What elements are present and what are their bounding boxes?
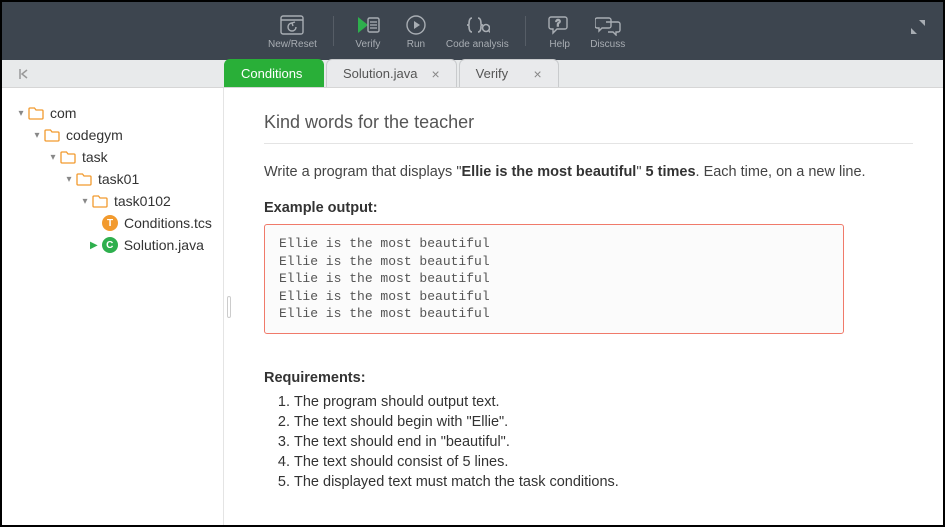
- tree-file-solution[interactable]: ▶ C Solution.java: [2, 234, 223, 256]
- task-content: Kind words for the teacher Write a progr…: [234, 88, 943, 525]
- requirements-list: The program should output text. The text…: [264, 392, 913, 492]
- code-analysis-button[interactable]: Code analysis: [440, 13, 515, 50]
- splitter[interactable]: [224, 88, 234, 525]
- example-heading: Example output:: [264, 200, 913, 216]
- class-file-icon: C: [102, 237, 118, 253]
- example-output-box: Ellie is the most beautiful Ellie is the…: [264, 224, 844, 334]
- desc-text: ": [636, 164, 645, 180]
- tree-file-conditions[interactable]: T Conditions.tcs: [2, 212, 223, 234]
- requirement-item: The text should consist of 5 lines.: [294, 452, 913, 472]
- toolbar-label: Discuss: [590, 39, 625, 50]
- toolbar-label: Code analysis: [446, 39, 509, 50]
- svg-text:?: ?: [555, 18, 560, 28]
- run-button[interactable]: Run: [392, 13, 440, 50]
- tab-verify[interactable]: Verify ×: [459, 59, 559, 87]
- tree-label: task: [82, 149, 108, 165]
- toolbar-label: New/Reset: [268, 39, 317, 50]
- toolbar-separator: [333, 16, 334, 46]
- desc-bold: 5 times: [646, 164, 696, 180]
- tree-folder-codegym[interactable]: ▾ codegym: [2, 124, 223, 146]
- tree-folder-task[interactable]: ▾ task: [2, 146, 223, 168]
- toolbar-label: Help: [549, 39, 570, 50]
- toolbar-label: Verify: [355, 39, 380, 50]
- collapse-sidebar-icon[interactable]: [14, 60, 34, 87]
- tabs-area: Conditions Solution.java × Verify ×: [224, 60, 561, 87]
- chevron-down-icon: ▾: [16, 108, 26, 119]
- tab-label: Verify: [476, 66, 509, 81]
- discuss-button[interactable]: Discuss: [584, 13, 632, 50]
- folder-icon: [92, 194, 108, 208]
- tree-label: Solution.java: [124, 237, 204, 253]
- chevron-down-icon: ▾: [80, 196, 90, 207]
- desc-text: . Each time, on a new line.: [696, 164, 866, 180]
- code-analysis-icon: [464, 13, 490, 37]
- desc-bold: Ellie is the most beautiful: [462, 164, 637, 180]
- tab-label: Solution.java: [343, 66, 417, 81]
- tree-label: com: [50, 105, 76, 121]
- fullscreen-icon[interactable]: [911, 20, 925, 39]
- close-icon[interactable]: ×: [519, 66, 541, 82]
- browser-reset-icon: [280, 13, 304, 37]
- run-icon: [405, 13, 427, 37]
- tree-folder-task01[interactable]: ▾ task01: [2, 168, 223, 190]
- task-description: Write a program that displays "Ellie is …: [264, 164, 913, 180]
- task-title: Kind words for the teacher: [264, 112, 913, 144]
- runnable-icon: ▶: [90, 240, 98, 251]
- tab-strip: Conditions Solution.java × Verify ×: [2, 60, 943, 88]
- task-file-icon: T: [102, 215, 118, 231]
- top-toolbar: New/Reset Verify Run Code analysis ? Hel…: [2, 2, 943, 60]
- toolbar-separator: [525, 16, 526, 46]
- help-icon: ?: [548, 13, 572, 37]
- tab-solution[interactable]: Solution.java ×: [326, 59, 457, 87]
- new-reset-button[interactable]: New/Reset: [262, 13, 323, 50]
- toolbar-label: Run: [407, 39, 425, 50]
- help-button[interactable]: ? Help: [536, 13, 584, 50]
- requirement-item: The program should output text.: [294, 392, 913, 412]
- tree-label: task01: [98, 171, 139, 187]
- tree-label: task0102: [114, 193, 171, 209]
- verify-button[interactable]: Verify: [344, 13, 392, 50]
- tree-folder-task0102[interactable]: ▾ task0102: [2, 190, 223, 212]
- body-split: ▾ com ▾ codegym ▾ task ▾ task01 ▾ task01…: [2, 88, 943, 525]
- desc-text: Write a program that displays ": [264, 164, 462, 180]
- requirements-heading: Requirements:: [264, 370, 913, 386]
- close-icon[interactable]: ×: [417, 66, 439, 82]
- tab-label: Conditions: [241, 66, 302, 81]
- folder-icon: [28, 106, 44, 120]
- chevron-down-icon: ▾: [64, 174, 74, 185]
- verify-icon: [356, 13, 380, 37]
- requirement-item: The text should end in "beautiful".: [294, 432, 913, 452]
- tree-folder-com[interactable]: ▾ com: [2, 102, 223, 124]
- project-tree: ▾ com ▾ codegym ▾ task ▾ task01 ▾ task01…: [2, 88, 224, 525]
- tree-label: codegym: [66, 127, 123, 143]
- folder-icon: [44, 128, 60, 142]
- folder-icon: [60, 150, 76, 164]
- requirement-item: The text should begin with "Ellie".: [294, 412, 913, 432]
- chevron-down-icon: ▾: [48, 152, 58, 163]
- folder-icon: [76, 172, 92, 186]
- discuss-icon: [595, 13, 621, 37]
- tab-conditions[interactable]: Conditions: [224, 59, 324, 87]
- chevron-down-icon: ▾: [32, 130, 42, 141]
- tree-label: Conditions.tcs: [124, 215, 212, 231]
- requirement-item: The displayed text must match the task c…: [294, 472, 913, 492]
- splitter-handle[interactable]: [227, 296, 231, 318]
